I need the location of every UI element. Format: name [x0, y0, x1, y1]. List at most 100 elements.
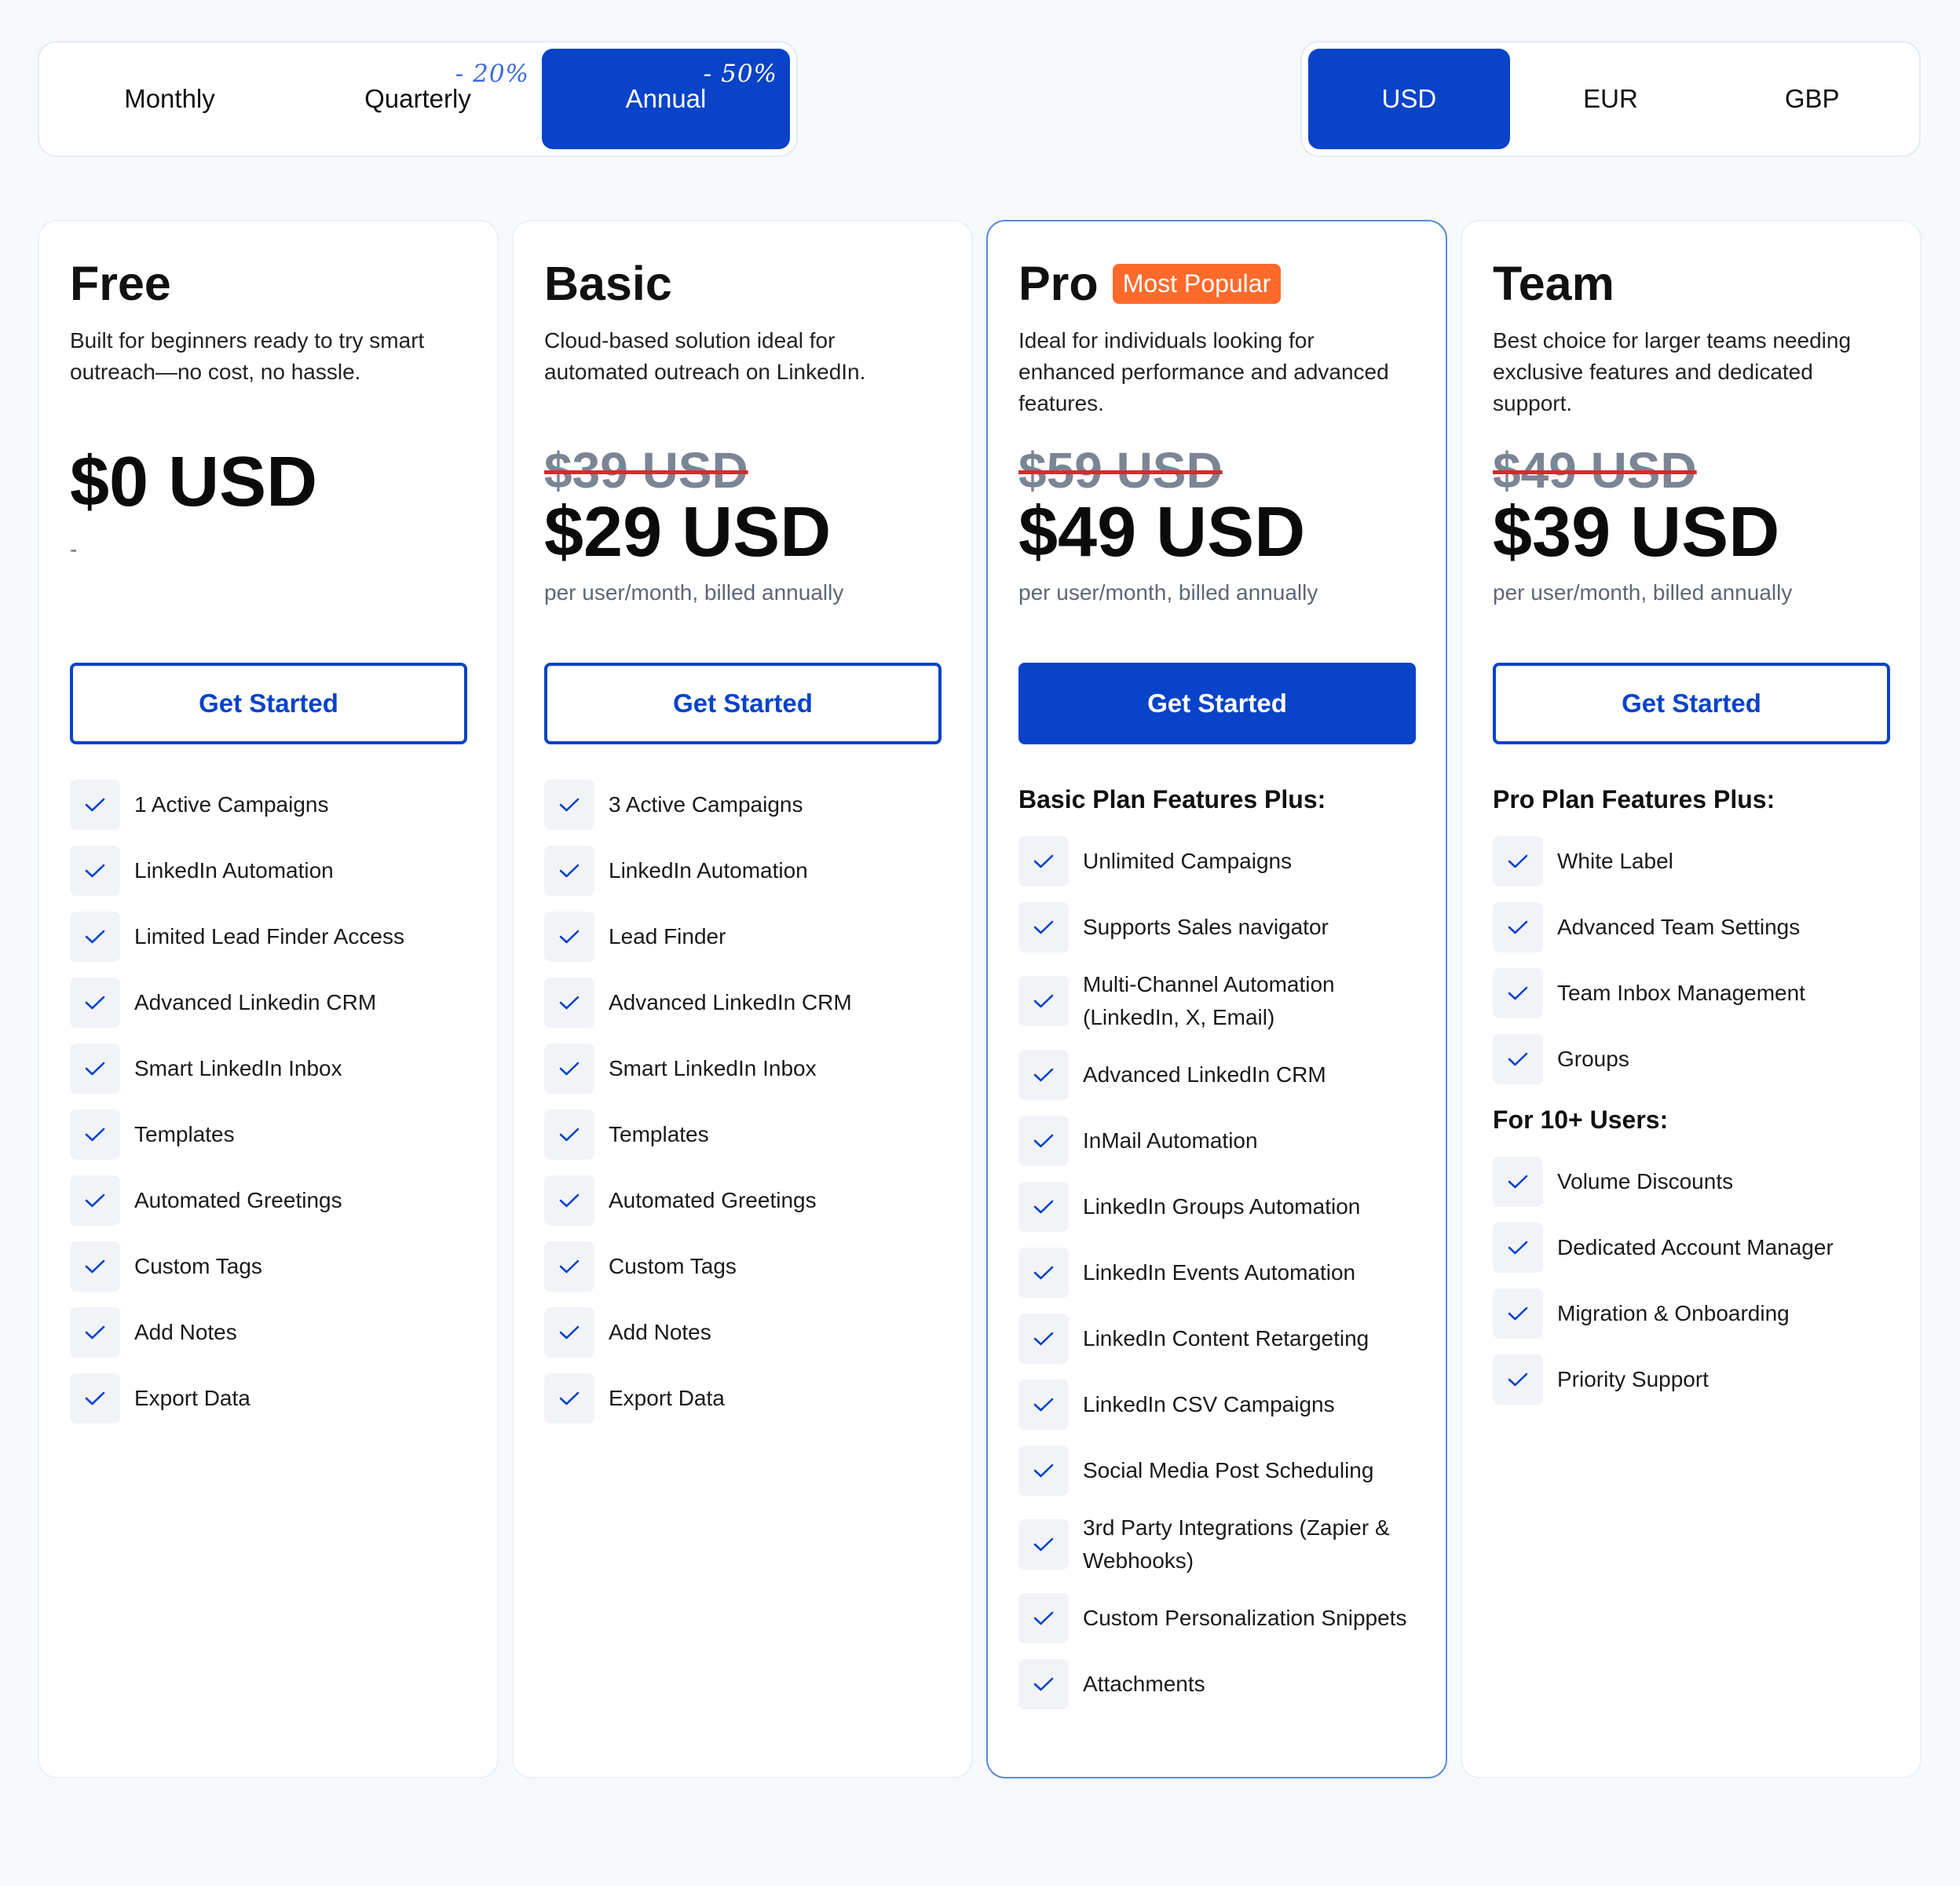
feature-label: Attachments [1083, 1672, 1205, 1696]
billing-option-monthly[interactable]: Monthly [46, 49, 294, 149]
feature-item: Export Data [544, 1373, 941, 1424]
plan-header: Team [1493, 257, 1889, 310]
plan-card-free: Free Built for beginners ready to try sm… [38, 220, 499, 1778]
get-started-button[interactable]: Get Started [70, 663, 467, 744]
currency-option-eur[interactable]: EUR [1510, 49, 1712, 149]
checkmark-icon [70, 1175, 120, 1226]
feature-item: LinkedIn CSV Campaigns [1018, 1380, 1415, 1430]
feature-label: Custom Tags [609, 1254, 737, 1278]
checkmark-icon [1018, 1248, 1069, 1298]
plan-name: Pro [1018, 257, 1099, 310]
feature-item: White Label [1493, 836, 1889, 886]
feature-label: Custom Personalization Snippets [1083, 1606, 1407, 1630]
billing-note: per user/month, billed annually [544, 580, 844, 605]
checkmark-icon [1018, 1380, 1069, 1430]
checkmark-icon [1018, 1116, 1069, 1166]
feature-label: Volume Discounts [1557, 1169, 1734, 1193]
feature-label: Migration & Onboarding [1557, 1301, 1790, 1325]
checkmark-icon [70, 846, 120, 896]
feature-list: White Label Advanced Team Settings Team In… [1493, 836, 1889, 1084]
feature-label: Priority Support [1557, 1367, 1709, 1391]
plan-description: Ideal for individuals looking for enhanc… [1018, 328, 1389, 415]
section-heading: Pro Plan Features Plus: [1493, 785, 1775, 813]
currency-option-label: USD [1381, 84, 1437, 113]
feature-label: 3 Active Campaigns [609, 792, 803, 817]
plan-card-basic: Basic Cloud-based solution ideal for aut… [512, 220, 973, 1778]
get-started-button[interactable]: Get Started [1018, 663, 1416, 744]
plan-name: Team [1493, 257, 1614, 310]
feature-label: Add Notes [609, 1320, 711, 1344]
price-block: $59 USD $49 USD per user/month, billed a… [1018, 443, 1415, 663]
original-price: $39 USD [544, 442, 748, 499]
currency-option-label: GBP [1784, 84, 1840, 113]
checkmark-icon [1018, 836, 1069, 886]
feature-label: Export Data [609, 1386, 725, 1410]
feature-list: Unlimited Campaigns Supports Sales naviga… [1018, 836, 1415, 1709]
checkmark-icon [70, 1307, 120, 1358]
checkmark-icon [1018, 1519, 1069, 1570]
feature-list: 1 Active Campaigns LinkedIn Automation Lim… [70, 780, 466, 1424]
most-popular-badge: Most Popular [1112, 263, 1282, 304]
discount-note: - 20% [455, 60, 529, 88]
checkmark-icon [1018, 1593, 1069, 1643]
pricing-page: Monthly Quarterly - 20% Annual - 50% USD… [0, 0, 1960, 1886]
feature-label: Limited Lead Finder Access [134, 924, 404, 948]
feature-label: LinkedIn Automation [134, 858, 334, 883]
currency-option-gbp[interactable]: GBP [1711, 49, 1913, 149]
checkmark-icon [544, 1373, 594, 1424]
checkmark-icon [70, 1241, 120, 1292]
feature-section: Basic Plan Features Plus: Unlimited Camp… [1018, 780, 1415, 1709]
original-price: $59 USD [1018, 442, 1223, 499]
feature-label: Templates [134, 1122, 235, 1146]
feature-label: Automated Greetings [609, 1188, 817, 1212]
feature-item: Templates [70, 1109, 466, 1160]
checkmark-icon [544, 1241, 594, 1292]
feature-label: Groups [1557, 1047, 1629, 1071]
checkmark-icon [1493, 1157, 1543, 1207]
feature-item: Lead Finder [544, 912, 941, 962]
feature-item: Custom Tags [544, 1241, 941, 1292]
checkmark-icon [1493, 836, 1543, 886]
feature-label: Automated Greetings [134, 1188, 342, 1212]
checkmark-icon [1493, 1034, 1543, 1084]
feature-item: Smart LinkedIn Inbox [70, 1044, 466, 1094]
get-started-button[interactable]: Get Started [544, 663, 942, 744]
currency-option-label: EUR [1583, 84, 1638, 113]
currency-option-usd[interactable]: USD [1308, 49, 1510, 149]
current-price: $29 USD [544, 493, 832, 572]
feature-item: 3 Active Campaigns [544, 780, 941, 830]
feature-item: Custom Tags [70, 1241, 466, 1292]
feature-item: 3rd Party Integrations (Zapier & Webhook… [1018, 1511, 1415, 1577]
feature-item: Migration & Onboarding [1493, 1288, 1889, 1339]
feature-label: InMail Automation [1083, 1128, 1258, 1153]
current-price: $0 USD [70, 443, 318, 521]
feature-label: Team Inbox Management [1557, 981, 1805, 1005]
feature-item: Team Inbox Management [1493, 968, 1889, 1018]
feature-label: Unlimited Campaigns [1083, 849, 1293, 873]
feature-item: LinkedIn Groups Automation [1018, 1182, 1415, 1232]
feature-item: Volume Discounts [1493, 1157, 1889, 1207]
feature-item: Export Data [70, 1373, 466, 1424]
feature-label: Custom Tags [134, 1254, 262, 1278]
get-started-button[interactable]: Get Started [1493, 663, 1890, 744]
checkmark-icon [70, 1109, 120, 1160]
plan-description: Cloud-based solution ideal for automated… [544, 328, 866, 384]
billing-option-annual[interactable]: Annual - 50% [542, 49, 790, 149]
feature-label: Advanced LinkedIn CRM [1083, 1062, 1326, 1087]
billing-option-quarterly[interactable]: Quarterly - 20% [294, 49, 542, 149]
checkmark-icon [544, 1109, 594, 1160]
checkmark-icon [544, 780, 594, 830]
feature-label: Dedicated Account Manager [1557, 1235, 1834, 1259]
checkmark-icon [544, 1175, 594, 1226]
feature-item: Templates [544, 1109, 941, 1160]
feature-item: LinkedIn Automation [544, 846, 941, 896]
feature-item: Supports Sales navigator [1018, 902, 1415, 952]
feature-item: Limited Lead Finder Access [70, 912, 466, 962]
feature-section: Pro Plan Features Plus: White Label Advan… [1493, 780, 1889, 1405]
plan-header: Basic [544, 257, 941, 310]
checkmark-icon [544, 912, 594, 962]
price-block: $49 USD $39 USD per user/month, billed a… [1493, 443, 1889, 663]
feature-label: Supports Sales navigator [1083, 915, 1329, 939]
feature-label: Advanced Linkedin CRM [134, 990, 377, 1014]
checkmark-icon [1493, 1354, 1543, 1405]
